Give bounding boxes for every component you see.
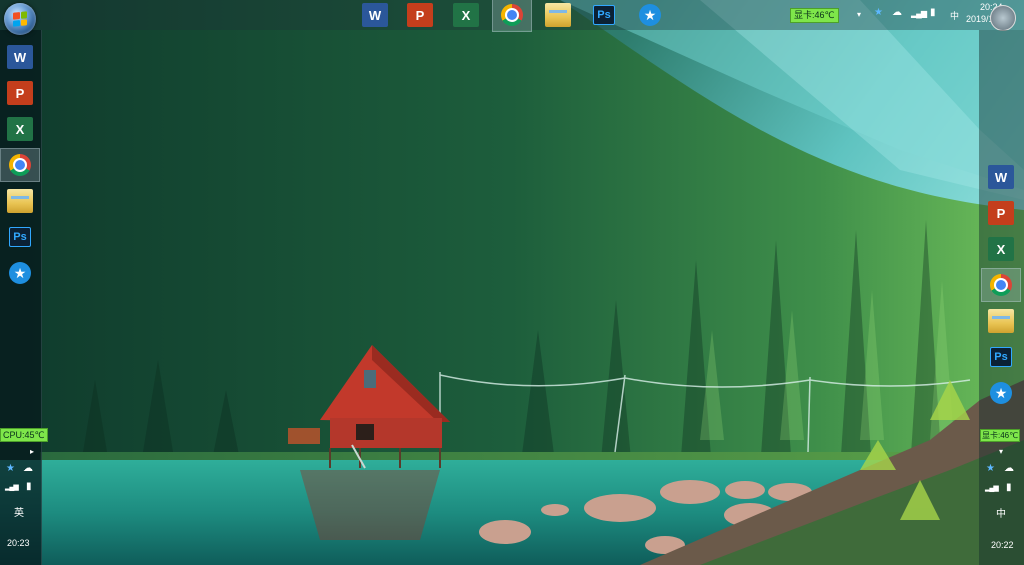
top-taskbar-chrome[interactable] — [492, 0, 532, 32]
cloud-icon[interactable]: ☁ — [23, 464, 33, 474]
top-taskbar-star-app[interactable]: ★ — [630, 0, 670, 32]
ime-indicator[interactable]: 中 — [996, 505, 1006, 520]
left-taskbar-powerpoint[interactable]: P — [0, 76, 40, 110]
desktop-wallpaper — [0, 0, 1024, 565]
ime-indicator[interactable]: 英 — [14, 504, 24, 519]
tray-expand-icon[interactable]: ▾ — [857, 10, 861, 20]
start-button[interactable] — [4, 3, 36, 35]
right-taskbar: W P X Ps ★ 显卡:46℃ ▾ ★ ☁ ▂▄▆ ▮ 中 20:22 — [979, 30, 1024, 565]
battery-icon[interactable]: ▮ — [1006, 483, 1012, 493]
user-avatar-icon[interactable] — [990, 5, 1016, 31]
signal-icon[interactable]: ▂▄▆ — [985, 484, 999, 494]
word-icon: W — [362, 3, 388, 27]
top-taskbar-excel[interactable]: X — [446, 0, 486, 32]
top-taskbar: W P X Ps ★ 显卡:46℃ ▾ ★ ☁ ▂▄▆ ▮ 中 20:24 20… — [0, 0, 1024, 32]
excel-icon: X — [988, 237, 1014, 261]
photoshop-icon: Ps — [593, 5, 615, 25]
left-taskbar-explorer[interactable] — [0, 184, 40, 218]
right-taskbar-chrome[interactable] — [981, 268, 1021, 302]
cloud-icon[interactable]: ☁ — [892, 8, 902, 18]
cpu-temp-badge[interactable]: CPU:45℃ — [0, 428, 48, 442]
powerpoint-icon: P — [407, 3, 433, 27]
signal-icon[interactable]: ▂▄▆ — [5, 483, 19, 493]
battery-icon[interactable]: ▮ — [26, 482, 32, 492]
left-taskbar-star-app[interactable]: ★ — [0, 256, 40, 290]
right-taskbar-explorer[interactable] — [981, 304, 1021, 338]
chrome-icon — [990, 274, 1012, 296]
signal-icon[interactable]: ▂▄▆ — [911, 9, 927, 19]
photoshop-icon: Ps — [990, 347, 1012, 367]
battery-icon[interactable]: ▮ — [930, 8, 936, 18]
tray-star-icon[interactable]: ★ — [874, 8, 883, 18]
chrome-icon — [9, 154, 31, 176]
folder-icon — [7, 189, 33, 213]
left-taskbar-word[interactable]: W — [0, 40, 40, 74]
wallpaper-scene — [0, 0, 1024, 565]
right-taskbar-photoshop[interactable]: Ps — [981, 340, 1021, 374]
powerpoint-icon: P — [7, 81, 33, 105]
cloud-icon[interactable]: ☁ — [1004, 464, 1014, 474]
powerpoint-icon: P — [988, 201, 1014, 225]
top-taskbar-photoshop[interactable]: Ps — [584, 0, 624, 32]
right-taskbar-word[interactable]: W — [981, 160, 1021, 194]
right-taskbar-star-app[interactable]: ★ — [981, 376, 1021, 410]
tray-expand-icon[interactable]: ▸ — [30, 447, 34, 457]
top-taskbar-word[interactable]: W — [355, 0, 395, 32]
excel-icon: X — [453, 3, 479, 27]
top-taskbar-explorer[interactable] — [538, 0, 578, 32]
folder-icon — [988, 309, 1014, 333]
left-taskbar: W P X Ps ★ CPU:45℃ ▸ ★ ☁ ▂▄▆ ▮ 英 20:23 — [0, 30, 48, 565]
left-taskbar-photoshop[interactable]: Ps — [0, 220, 40, 254]
tray-star-icon[interactable]: ★ — [6, 464, 15, 474]
left-taskbar-chrome[interactable] — [0, 148, 40, 182]
chrome-icon — [501, 4, 523, 26]
clock-time[interactable]: 20:23 — [7, 538, 30, 548]
right-taskbar-powerpoint[interactable]: P — [981, 196, 1021, 230]
gpu-temp-badge[interactable]: 显卡:46℃ — [980, 429, 1021, 442]
excel-icon: X — [7, 117, 33, 141]
star-app-icon: ★ — [639, 4, 661, 26]
windows-logo-icon — [13, 11, 27, 27]
star-app-icon: ★ — [9, 262, 31, 284]
clock-time[interactable]: 20:22 — [991, 540, 1014, 550]
word-icon: W — [7, 45, 33, 69]
photoshop-icon: Ps — [9, 227, 31, 247]
left-taskbar-excel[interactable]: X — [0, 112, 40, 146]
star-app-icon: ★ — [990, 382, 1012, 404]
gpu-temp-badge[interactable]: 显卡:46℃ — [790, 8, 839, 23]
tray-star-icon[interactable]: ★ — [986, 464, 995, 474]
top-taskbar-powerpoint[interactable]: P — [400, 0, 440, 32]
word-icon: W — [988, 165, 1014, 189]
folder-icon — [545, 3, 571, 27]
right-taskbar-excel[interactable]: X — [981, 232, 1021, 266]
ime-indicator[interactable]: 中 — [950, 9, 959, 22]
tray-expand-icon[interactable]: ▾ — [999, 447, 1003, 457]
